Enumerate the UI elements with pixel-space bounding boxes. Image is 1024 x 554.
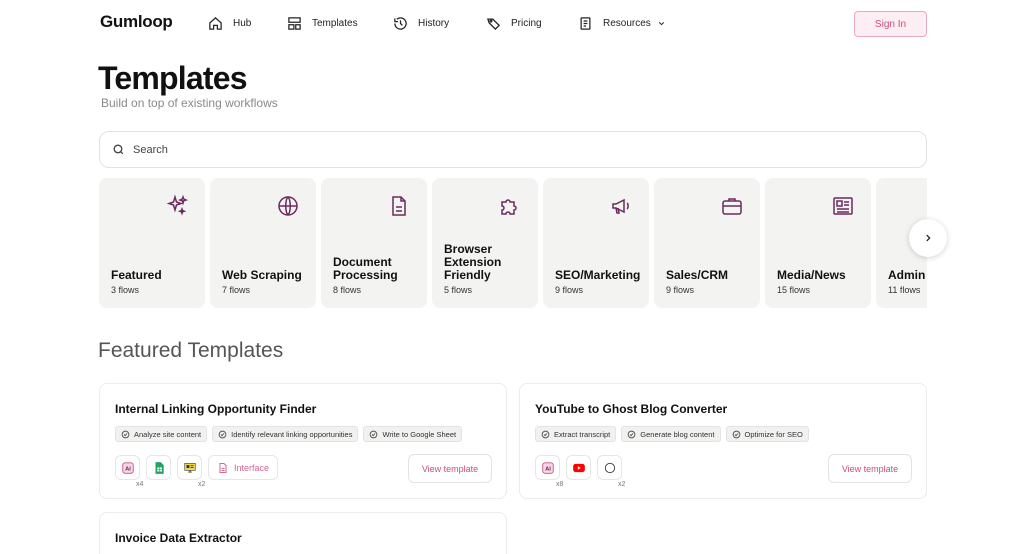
search-bar[interactable]	[99, 131, 927, 168]
sign-in-button[interactable]: Sign In	[854, 11, 927, 37]
check-circle-icon	[121, 430, 130, 438]
layout-icon	[288, 16, 301, 30]
megaphone-icon	[612, 198, 629, 214]
node-ai: AI x4	[115, 455, 143, 488]
nav-pricing[interactable]: Pricing	[486, 14, 542, 32]
category-count: 5 flows	[444, 285, 473, 295]
ai-icon: AI	[121, 461, 134, 474]
carousel-next-button[interactable]	[909, 219, 947, 257]
search-icon	[113, 144, 124, 155]
scraper-icon	[183, 462, 196, 473]
home-icon	[209, 16, 222, 30]
nav-templates-label: Templates	[312, 17, 358, 29]
check-circle-icon	[732, 430, 740, 438]
category-seo-marketing[interactable]: SEO/Marketing 9 flows	[543, 178, 649, 308]
document-icon	[392, 196, 406, 216]
category-name: Web Scraping	[222, 268, 302, 282]
card-title: Internal Linking Opportunity Finder	[115, 402, 317, 416]
node-icons: AI x4 x2 Interface	[115, 455, 279, 488]
category-name: Admin	[888, 268, 926, 282]
view-template-button[interactable]: View template	[408, 454, 492, 483]
tag: Generate blog content	[621, 426, 721, 442]
template-card[interactable]: YouTube to Ghost Blog Converter Extract …	[519, 383, 927, 499]
google-sheets-icon	[155, 461, 164, 474]
gumloop-logo[interactable]: Gumloop	[100, 12, 173, 32]
category-document-processing[interactable]: Document Processing 8 flows	[321, 178, 427, 308]
svg-text:AI: AI	[545, 466, 551, 472]
node-ai: AI x8	[535, 455, 563, 488]
tag-list: Extract transcript Generate blog content…	[535, 426, 809, 442]
category-carousel: Featured 3 flows Web Scraping 7 flows Do…	[99, 178, 927, 308]
card-title: Invoice Data Extractor	[115, 531, 242, 545]
top-nav: Gumloop Hub Templates History Pricing Re…	[0, 0, 1024, 48]
category-count: 11 flows	[888, 285, 921, 295]
category-name: Featured	[111, 268, 162, 282]
category-count: 9 flows	[666, 285, 695, 295]
category-count: 3 flows	[111, 285, 140, 295]
category-name: Media/News	[777, 268, 846, 282]
chevron-down-icon	[658, 21, 664, 25]
nav-hub[interactable]: Hub	[208, 14, 251, 32]
page-subtitle: Build on top of existing workflows	[101, 96, 278, 110]
tag-list: Analyze site content Identify relevant l…	[115, 426, 463, 442]
history-icon	[394, 16, 407, 30]
category-name: Document Processing	[333, 255, 398, 282]
tag: Identify relevant linking opportunities	[212, 426, 359, 442]
ghost-icon	[604, 462, 615, 473]
nav-resources-label: Resources	[603, 17, 651, 29]
search-input[interactable]	[133, 143, 833, 156]
sparkles-icon	[166, 194, 189, 216]
svg-text:AI: AI	[125, 466, 131, 472]
nav-resources[interactable]: Resources	[578, 14, 666, 32]
node-scraper: x2	[177, 455, 205, 488]
ai-icon: AI	[541, 461, 554, 474]
node-google-sheets	[146, 455, 171, 480]
nav-history[interactable]: History	[393, 14, 449, 32]
category-count: 8 flows	[333, 285, 362, 295]
check-circle-icon	[218, 430, 227, 438]
category-count: 9 flows	[555, 285, 584, 295]
category-name: Sales/CRM	[666, 268, 729, 282]
view-template-button[interactable]: View template	[828, 454, 912, 483]
chevron-right-icon	[926, 234, 931, 242]
page-title: Templates	[98, 60, 248, 96]
document-icon	[219, 462, 227, 473]
tag-icon	[487, 18, 501, 30]
category-browser-extension[interactable]: Browser Extension Friendly 5 flows	[432, 178, 538, 308]
template-card[interactable]: Invoice Data Extractor	[99, 512, 507, 554]
check-circle-icon	[627, 430, 636, 438]
globe-icon	[278, 196, 298, 216]
nav-pricing-label: Pricing	[511, 17, 542, 29]
featured-section-title: Featured Templates	[98, 339, 284, 362]
book-icon	[580, 16, 591, 30]
tag: Extract transcript	[535, 426, 617, 442]
puzzle-icon	[501, 199, 517, 215]
category-count: 7 flows	[222, 285, 251, 295]
node-ghost: x2	[597, 455, 625, 488]
tag: Analyze site content	[115, 426, 208, 442]
tag: Write to Google Sheet	[363, 426, 463, 442]
template-card[interactable]: Internal Linking Opportunity Finder Anal…	[99, 383, 507, 499]
interface-node: Interface	[208, 455, 279, 480]
nav-templates[interactable]: Templates	[287, 14, 358, 32]
category-count: 15 flows	[777, 285, 811, 295]
check-circle-icon	[541, 430, 550, 438]
nav-history-label: History	[418, 17, 450, 29]
category-name: Browser Extension Friendly	[444, 242, 502, 282]
category-featured[interactable]: Featured 3 flows	[99, 178, 205, 308]
tag: Optimize for SEO	[725, 426, 809, 442]
category-web-scraping[interactable]: Web Scraping 7 flows	[210, 178, 316, 308]
briefcase-icon	[722, 198, 742, 215]
node-youtube	[566, 455, 591, 480]
category-sales-crm[interactable]: Sales/CRM 9 flows	[654, 178, 760, 308]
newspaper-icon	[833, 197, 853, 215]
nav-hub-label: Hub	[233, 17, 252, 29]
category-name: SEO/Marketing	[555, 268, 641, 282]
node-icons: AI x8 x2	[535, 455, 625, 488]
check-circle-icon	[370, 430, 378, 438]
card-title: YouTube to Ghost Blog Converter	[535, 402, 728, 416]
category-media-news[interactable]: Media/News 15 flows	[765, 178, 871, 308]
youtube-icon	[572, 463, 585, 472]
